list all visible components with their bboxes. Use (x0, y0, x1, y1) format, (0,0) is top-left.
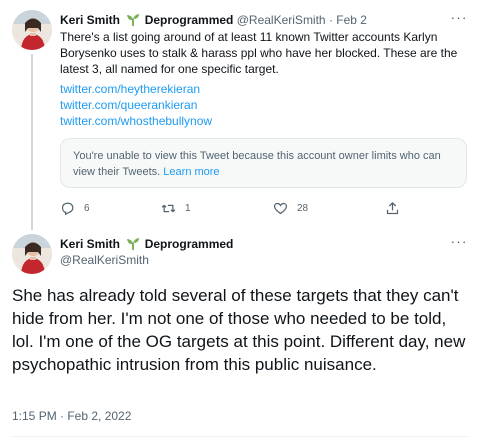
share-button[interactable] (385, 198, 409, 218)
more-options-icon[interactable]: ··· (450, 10, 468, 24)
divider (12, 436, 468, 437)
learn-more-link[interactable]: Learn more (163, 166, 219, 178)
more-options-icon[interactable]: ··· (450, 234, 468, 248)
sprout-emoji-icon (127, 238, 140, 250)
author-name-suffix[interactable]: Deprogrammed (145, 13, 234, 27)
avatar[interactable] (12, 234, 52, 274)
tweet-date[interactable]: Feb 2 (336, 13, 367, 27)
tweet-header: Keri Smith Deprogrammed @RealKeriSmith (60, 236, 233, 268)
parent-tweet[interactable]: Keri Smith Deprogrammed @RealKeriSmith ·… (0, 0, 480, 230)
avatar[interactable] (12, 10, 52, 50)
sprout-emoji-icon (127, 14, 140, 26)
reply-button[interactable]: 6 (60, 198, 90, 218)
heart-icon (273, 202, 288, 214)
author-name-suffix[interactable]: Deprogrammed (145, 237, 234, 251)
unavailable-notice: You're unable to view this Tweet because… (73, 150, 441, 178)
tweet-link[interactable]: twitter.com/whosthebullynow (60, 113, 360, 129)
share-icon (386, 201, 399, 214)
tweet-link[interactable]: twitter.com/heytherekieran (60, 81, 360, 97)
unavailable-quoted-tweet: You're unable to view this Tweet because… (60, 138, 467, 188)
retweet-icon (161, 204, 176, 212)
author-handle[interactable]: @RealKeriSmith (60, 252, 233, 268)
tweet-header: Keri Smith Deprogrammed @RealKeriSmith ·… (60, 12, 450, 28)
retweet-count: 1 (185, 202, 191, 214)
tweet-link[interactable]: twitter.com/queerankieran (60, 97, 360, 113)
thread-connector-line (31, 54, 33, 230)
tweet-text: She has already told several of these ta… (12, 286, 466, 374)
reply-icon (61, 202, 74, 215)
tweet-timestamp[interactable]: 1:15 PM · Feb 2, 2022 (12, 408, 131, 424)
author-name[interactable]: Keri Smith (60, 13, 120, 27)
author-name[interactable]: Keri Smith (60, 237, 120, 251)
tweet-actions: 6 1 28 (60, 198, 420, 218)
like-button[interactable]: 28 (273, 198, 308, 218)
like-count: 28 (297, 202, 309, 214)
tweet-links: twitter.com/heytherekieran twitter.com/q… (60, 81, 360, 129)
author-handle[interactable]: @RealKeriSmith (237, 13, 326, 27)
retweet-button[interactable]: 1 (161, 198, 191, 218)
reply-count: 6 (84, 202, 90, 214)
tweet-text: There's a list going around of at least … (60, 30, 458, 76)
separator-dot: · (328, 13, 333, 27)
